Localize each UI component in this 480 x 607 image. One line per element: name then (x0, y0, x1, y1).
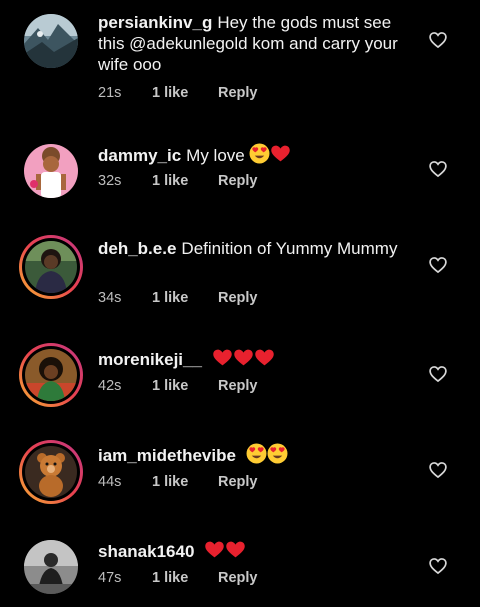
person-bw-avatar[interactable] (24, 540, 78, 594)
comment-meta: 34s 1 like Reply (98, 290, 258, 306)
reply-button[interactable]: Reply (218, 290, 258, 306)
comment-likes[interactable]: 1 like (152, 85, 218, 101)
red-heart-emoji (270, 143, 291, 169)
comment-username[interactable]: persiankinv_g (98, 13, 212, 32)
person-story-avatar[interactable] (19, 235, 83, 299)
comment-meta: 42s 1 like Reply (98, 378, 258, 394)
heart-outline-icon[interactable] (428, 159, 448, 179)
comment-username[interactable]: dammy_ic (98, 146, 181, 165)
heart-outline-icon[interactable] (428, 255, 448, 275)
heart-outline-icon[interactable] (428, 556, 448, 576)
comment-username[interactable]: morenikeji__ (98, 350, 202, 369)
comment-text: iam_midethevibe (98, 443, 398, 469)
comment-time: 34s (98, 290, 122, 306)
comment-time: 42s (98, 378, 122, 394)
comment-time: 44s (98, 474, 122, 490)
comment-time: 32s (98, 173, 122, 189)
comment-text: shanak1640 (98, 539, 398, 565)
comment-text: dammy_ic My love (98, 143, 398, 169)
comment-text: morenikeji__ (98, 347, 398, 373)
red-heart-emoji (225, 539, 246, 565)
comment-likes[interactable]: 1 like (152, 290, 218, 306)
reply-button[interactable]: Reply (218, 173, 258, 189)
red-heart-emoji (254, 347, 275, 373)
comment-body: My love (186, 146, 245, 165)
heart-outline-icon[interactable] (428, 30, 448, 50)
comment-time: 21s (98, 85, 122, 101)
person-pink-avatar[interactable] (24, 144, 78, 198)
comment-likes[interactable]: 1 like (152, 173, 218, 189)
comment-likes[interactable]: 1 like (152, 474, 218, 490)
landscape-avatar[interactable] (24, 14, 78, 68)
heart-outline-icon[interactable] (428, 364, 448, 384)
heart-eyes-emoji (246, 443, 267, 469)
comment-username[interactable]: shanak1640 (98, 542, 194, 561)
comment-body: Definition of Yummy Mummy (181, 239, 398, 258)
comment-time: 47s (98, 570, 122, 586)
comment-list: persiankinv_g Hey the gods must see this … (0, 0, 480, 607)
reply-button[interactable]: Reply (218, 474, 258, 490)
comment-meta: 32s 1 like Reply (98, 173, 258, 189)
reply-button[interactable]: Reply (218, 378, 258, 394)
comment-meta: 44s 1 like Reply (98, 474, 258, 490)
heart-eyes-emoji (267, 443, 288, 469)
heart-outline-icon[interactable] (428, 460, 448, 480)
heart-eyes-emoji (249, 143, 270, 169)
comment-username[interactable]: iam_midethevibe (98, 446, 236, 465)
comment-likes[interactable]: 1 like (152, 570, 218, 586)
comment-username[interactable]: deh_b.e.e (98, 239, 176, 258)
person-story-avatar[interactable] (19, 343, 83, 407)
comment-likes[interactable]: 1 like (152, 378, 218, 394)
red-heart-emoji (212, 347, 233, 373)
comment-text: persiankinv_g Hey the gods must see this … (98, 12, 398, 75)
comment-meta: 21s 1 like Reply (98, 85, 258, 101)
reply-button[interactable]: Reply (218, 570, 258, 586)
reply-button[interactable]: Reply (218, 85, 258, 101)
teddy-bear-avatar[interactable] (19, 440, 83, 504)
comment-meta: 47s 1 like Reply (98, 570, 258, 586)
red-heart-emoji (233, 347, 254, 373)
red-heart-emoji (204, 539, 225, 565)
comment-text: deh_b.e.e Definition of Yummy Mummy (98, 238, 398, 259)
